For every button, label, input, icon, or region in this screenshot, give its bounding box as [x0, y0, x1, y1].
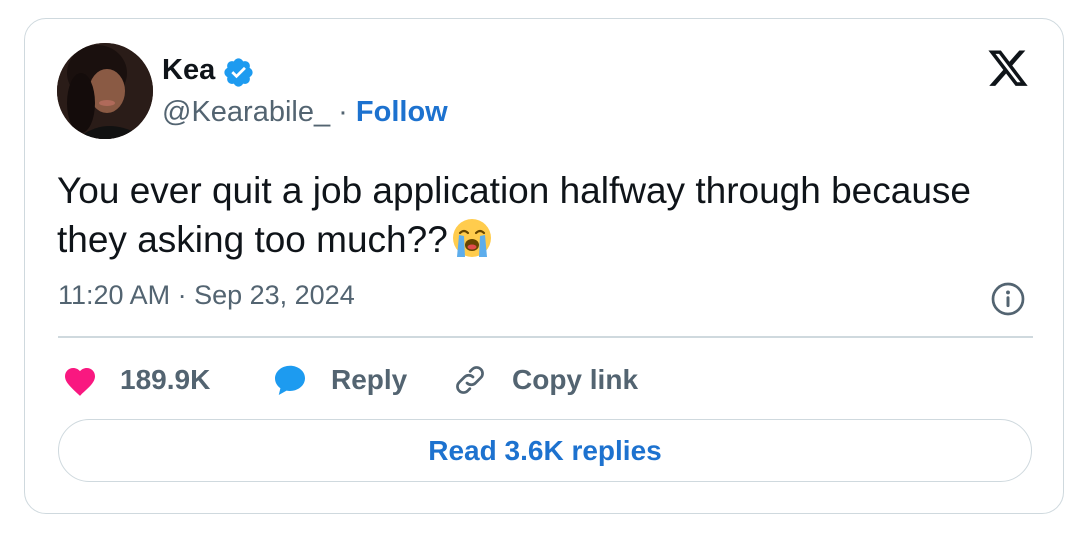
- author-avatar[interactable]: [57, 43, 153, 139]
- like-count: 189.9K: [120, 364, 211, 395]
- tweet-body: You ever quit a job application halfway …: [57, 170, 971, 260]
- avatar-image: [57, 43, 153, 139]
- verified-badge-icon: [224, 58, 253, 87]
- handle-separator: ·: [338, 96, 348, 128]
- x-logo-icon[interactable]: [985, 50, 1031, 90]
- info-icon[interactable]: [990, 281, 1026, 317]
- heart-icon: [65, 368, 95, 396]
- tweet-timestamp[interactable]: 11:20 AM · Sep 23, 2024: [58, 280, 355, 311]
- reply-button[interactable]: Reply: [271, 360, 407, 400]
- copy-link-label: Copy link: [512, 364, 639, 395]
- link-icon: [456, 366, 484, 394]
- like-button[interactable]: 189.9K: [62, 360, 210, 400]
- author-handle-row: @Kearabile_ · Follow: [162, 96, 448, 129]
- divider: [58, 336, 1033, 338]
- author-name[interactable]: Kea: [162, 54, 215, 87]
- reply-label: Reply: [331, 364, 408, 395]
- read-replies-label: Read 3.6K replies: [428, 434, 662, 466]
- follow-button[interactable]: Follow: [356, 96, 448, 128]
- tweet-text: You ever quit a job application halfway …: [57, 166, 1047, 264]
- loudly-crying-face-emoji-icon: [452, 219, 491, 257]
- author-handle[interactable]: @Kearabile_: [162, 96, 330, 128]
- read-replies-button[interactable]: Read 3.6K replies: [58, 419, 1032, 482]
- speech-bubble-icon: [275, 365, 305, 395]
- copy-link-button[interactable]: Copy link: [452, 360, 638, 400]
